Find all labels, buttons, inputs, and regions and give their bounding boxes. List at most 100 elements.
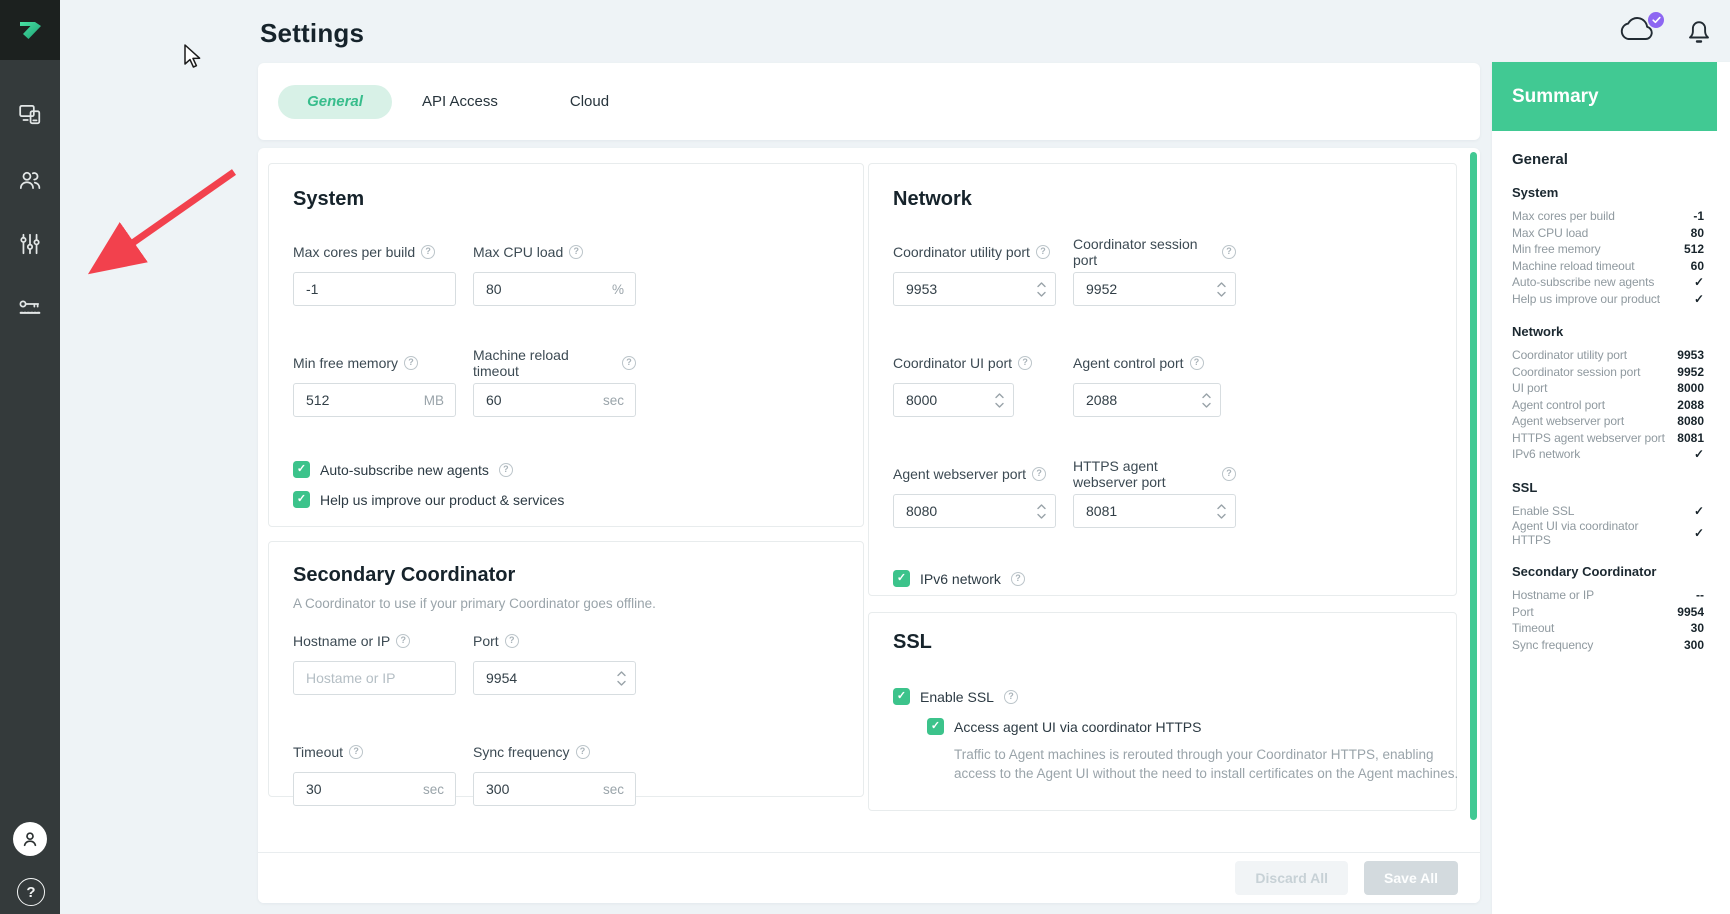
summary-row-label: Coordinator utility port <box>1512 348 1627 362</box>
summary-row-value: 9953 <box>1677 348 1704 362</box>
help-tooltip-icon[interactable] <box>1011 572 1025 586</box>
stepper-arrows[interactable] <box>995 384 1004 416</box>
help-tooltip-icon[interactable] <box>622 356 636 370</box>
help-tooltip-icon[interactable] <box>1004 690 1018 704</box>
timeout-field: Timeout sec <box>293 743 456 806</box>
agent-webserver-port-input[interactable] <box>894 495 1055 527</box>
help-tooltip-icon[interactable] <box>349 745 363 759</box>
save-all-button[interactable]: Save All <box>1364 861 1458 895</box>
help-tooltip-icon[interactable] <box>1222 467 1236 481</box>
sidebar-item-users[interactable] <box>0 160 60 200</box>
sidebar-item-license[interactable] <box>0 289 60 329</box>
checkbox-label: Help us improve our product & services <box>320 492 564 508</box>
help-icon[interactable]: ? <box>17 878 45 906</box>
summary-row: Min free memory 512 <box>1512 241 1704 258</box>
field-label: Coordinator utility port <box>893 244 1030 260</box>
summary-row-label: Machine reload timeout <box>1512 259 1635 273</box>
summary-row-value: 30 <box>1691 621 1704 635</box>
summary-panel: Summary General System Max cores per bui… <box>1492 62 1730 914</box>
sync-frequency-field: Sync frequency sec <box>473 743 636 806</box>
ipv6-checkbox[interactable]: IPv6 network <box>893 570 1432 587</box>
summary-row-value: ✓ <box>1694 447 1704 461</box>
help-tooltip-icon[interactable] <box>396 634 410 648</box>
user-avatar[interactable] <box>13 822 47 856</box>
timeout-input[interactable] <box>294 773 455 805</box>
summary-row-label: Help us improve our product <box>1512 292 1660 306</box>
sync-frequency-input[interactable] <box>474 773 635 805</box>
tab-cloud[interactable]: Cloud <box>570 93 609 110</box>
summary-row: Hostname or IP-- <box>1512 587 1704 604</box>
session-port-input[interactable] <box>1074 273 1235 305</box>
tab-general[interactable]: General <box>278 85 392 119</box>
stepper-arrows[interactable] <box>1037 273 1046 305</box>
ui-port-field: Coordinator UI port <box>893 354 1056 417</box>
reload-timeout-input[interactable] <box>474 384 635 416</box>
summary-row-value: ✓ <box>1694 292 1704 306</box>
content-scrollbar[interactable] <box>1470 152 1477 820</box>
stepper-arrows[interactable] <box>1037 495 1046 527</box>
help-tooltip-icon[interactable] <box>421 245 435 259</box>
help-tooltip-icon[interactable] <box>1190 356 1204 370</box>
agent-control-port-input[interactable] <box>1074 384 1220 416</box>
utility-port-input[interactable] <box>894 273 1055 305</box>
summary-row: Agent UI via coordinator HTTPS✓ <box>1512 519 1704 547</box>
help-tooltip-icon[interactable] <box>569 245 583 259</box>
stepper-arrows[interactable] <box>1202 384 1211 416</box>
summary-row-value: 512 <box>1684 242 1704 256</box>
stepper-arrows[interactable] <box>1217 273 1226 305</box>
auto-subscribe-checkbox[interactable]: Auto-subscribe new agents <box>293 461 839 478</box>
summary-group-rows: Hostname or IP-- Port9954 Timeout30 Sync… <box>1512 587 1704 653</box>
sidebar: ? <box>0 0 60 914</box>
section-title: Network <box>893 164 1432 211</box>
page-title: Settings <box>260 18 364 49</box>
summary-row-label: Agent UI via coordinator HTTPS <box>1512 519 1662 547</box>
field-label: Max cores per build <box>293 244 415 260</box>
section-title: System <box>293 164 839 211</box>
help-tooltip-icon[interactable] <box>1036 245 1050 259</box>
help-tooltip-icon[interactable] <box>1032 467 1046 481</box>
help-tooltip-icon[interactable] <box>404 356 418 370</box>
help-tooltip-icon[interactable] <box>576 745 590 759</box>
https-agent-webserver-port-input[interactable] <box>1074 495 1235 527</box>
min-memory-field: Min free memory MB <box>293 354 456 417</box>
summary-row-label: Min free memory <box>1512 242 1601 256</box>
summary-row: Coordinator utility port 9953 <box>1512 347 1704 364</box>
tab-api-access[interactable]: API Access <box>422 93 498 110</box>
summary-row: Coordinator session port9952 <box>1512 364 1704 381</box>
summary-row-label: HTTPS agent webserver port <box>1512 431 1665 445</box>
summary-row: Sync frequency300 <box>1512 637 1704 654</box>
help-tooltip-icon[interactable] <box>1018 356 1032 370</box>
app-logo-icon[interactable] <box>0 0 60 60</box>
sidebar-item-settings[interactable] <box>0 224 60 264</box>
stepper-arrows[interactable] <box>1217 495 1226 527</box>
section-subtitle: A Coordinator to use if your primary Coo… <box>293 596 839 611</box>
summary-group-title: Secondary Coordinator <box>1512 564 1704 579</box>
access-agent-ui-checkbox[interactable]: Access agent UI via coordinator HTTPS <box>927 718 1432 735</box>
min-memory-input[interactable] <box>294 384 455 416</box>
summary-row-value: 300 <box>1684 638 1704 652</box>
help-tooltip-icon[interactable] <box>499 463 513 477</box>
improve-product-checkbox[interactable]: Help us improve our product & services <box>293 491 839 508</box>
help-tooltip-icon[interactable] <box>1222 245 1236 259</box>
max-cpu-field: Max CPU load % <box>473 243 636 306</box>
summary-group-title: System <box>1512 185 1704 200</box>
field-label: HTTPS agent webserver port <box>1073 458 1216 490</box>
max-cores-input[interactable] <box>294 273 455 305</box>
cloud-status-icon[interactable] <box>1618 14 1662 52</box>
hostname-input[interactable] <box>294 662 455 694</box>
discard-all-button[interactable]: Discard All <box>1235 861 1348 895</box>
notifications-bell-icon[interactable] <box>1686 16 1712 51</box>
secondary-port-input[interactable] <box>474 662 635 694</box>
devices-icon <box>18 102 42 126</box>
summary-row-label: UI port <box>1512 381 1547 395</box>
session-port-field: Coordinator session port <box>1073 243 1236 306</box>
max-cpu-input[interactable] <box>474 273 635 305</box>
checkbox-checked-icon <box>927 718 944 735</box>
secondary-coordinator-section: Secondary Coordinator A Coordinator to u… <box>268 541 864 797</box>
help-tooltip-icon[interactable] <box>505 634 519 648</box>
sidebar-item-agents[interactable] <box>0 94 60 134</box>
max-cores-field: Max cores per build <box>293 243 456 306</box>
stepper-arrows[interactable] <box>617 662 626 694</box>
enable-ssl-checkbox[interactable]: Enable SSL <box>893 688 1432 705</box>
summary-title: Summary <box>1492 62 1717 131</box>
